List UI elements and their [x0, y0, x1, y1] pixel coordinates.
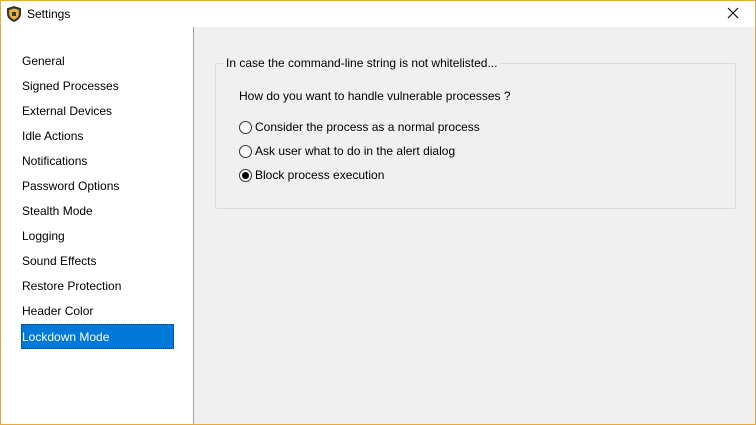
settings-window: Settings General Signed Processes Extern… — [0, 0, 756, 425]
sidebar-item-logging[interactable]: Logging — [21, 224, 174, 249]
radio-block-execution[interactable]: Block process execution — [239, 167, 384, 183]
sidebar-item-signed-processes[interactable]: Signed Processes — [21, 74, 174, 99]
sidebar-item-header-color[interactable]: Header Color — [21, 299, 174, 324]
radio-button[interactable] — [239, 144, 252, 158]
radio-normal-process[interactable]: Consider the process as a normal process — [239, 119, 480, 135]
sidebar-item-lockdown-mode[interactable]: Lockdown Mode — [21, 324, 174, 349]
shield-icon — [7, 6, 21, 22]
close-icon — [727, 7, 739, 22]
settings-content: In case the command-line string is not w… — [195, 27, 755, 424]
radio-label[interactable]: Ask user what to do in the alert dialog — [255, 144, 455, 158]
sidebar-item-restore-protection[interactable]: Restore Protection — [21, 274, 174, 299]
sidebar-item-general[interactable]: General — [21, 49, 174, 74]
sidebar-item-password-options[interactable]: Password Options — [21, 174, 174, 199]
radio-label[interactable]: Consider the process as a normal process — [255, 120, 480, 134]
radio-ask-user[interactable]: Ask user what to do in the alert dialog — [239, 143, 455, 159]
whitelist-groupbox: In case the command-line string is not w… — [215, 56, 736, 209]
sidebar-item-notifications[interactable]: Notifications — [21, 149, 174, 174]
radio-label[interactable]: Block process execution — [255, 168, 384, 182]
sidebar-item-idle-actions[interactable]: Idle Actions — [21, 124, 174, 149]
sidebar-item-sound-effects[interactable]: Sound Effects — [21, 249, 174, 274]
window-title: Settings — [27, 7, 71, 21]
radio-button[interactable] — [239, 120, 252, 134]
settings-sidebar: General Signed Processes External Device… — [1, 27, 194, 424]
radio-button-selected[interactable] — [239, 168, 252, 182]
sidebar-item-stealth-mode[interactable]: Stealth Mode — [21, 199, 174, 224]
sidebar-item-external-devices[interactable]: External Devices — [21, 99, 174, 124]
question-label: How do you want to handle vulnerable pro… — [239, 89, 511, 103]
title-bar[interactable]: Settings — [1, 1, 755, 27]
close-button[interactable] — [711, 1, 755, 27]
groupbox-title: In case the command-line string is not w… — [223, 56, 501, 70]
